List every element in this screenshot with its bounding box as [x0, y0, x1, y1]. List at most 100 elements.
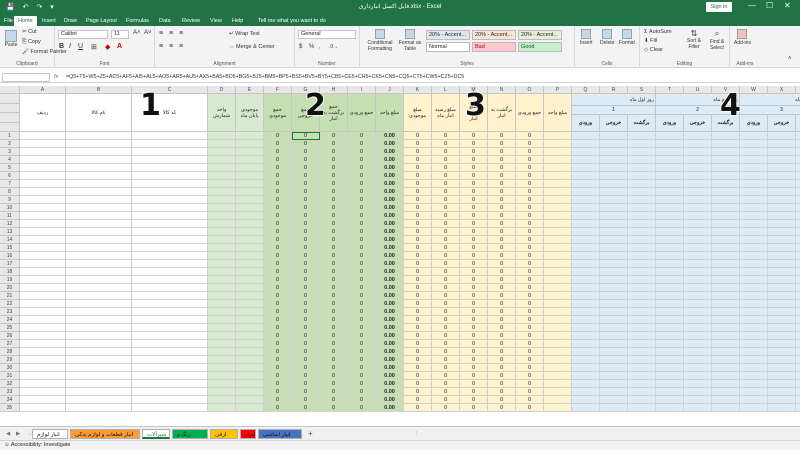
tab-draw[interactable]: Draw: [60, 16, 81, 26]
table-cell[interactable]: [768, 228, 796, 236]
table-cell[interactable]: [712, 300, 740, 308]
table-cell[interactable]: [66, 388, 132, 396]
table-cell[interactable]: [132, 252, 208, 260]
table-cell[interactable]: 0: [516, 276, 544, 284]
table-cell[interactable]: [20, 356, 66, 364]
table-cell[interactable]: [628, 172, 656, 180]
table-cell[interactable]: 0: [516, 316, 544, 324]
table-cell[interactable]: [656, 228, 684, 236]
table-cell[interactable]: [600, 204, 628, 212]
table-cell[interactable]: 0: [320, 228, 348, 236]
table-cell[interactable]: [796, 308, 800, 316]
table-cell[interactable]: [684, 372, 712, 380]
table-cell[interactable]: 0: [488, 268, 516, 276]
table-cell[interactable]: [656, 172, 684, 180]
table-cell[interactable]: [656, 300, 684, 308]
table-cell[interactable]: 0.00: [376, 340, 404, 348]
table-cell[interactable]: [66, 284, 132, 292]
table-cell[interactable]: 0: [488, 260, 516, 268]
table-cell[interactable]: [740, 252, 768, 260]
table-cell[interactable]: [628, 148, 656, 156]
table-cell[interactable]: [768, 244, 796, 252]
table-cell[interactable]: 0: [516, 212, 544, 220]
table-cell[interactable]: [572, 268, 600, 276]
table-cell[interactable]: 0: [488, 356, 516, 364]
table-cell[interactable]: [208, 332, 236, 340]
table-cell[interactable]: 0: [404, 220, 432, 228]
table-cell[interactable]: 0: [348, 292, 376, 300]
table-cell[interactable]: [740, 300, 768, 308]
table-cell[interactable]: [600, 316, 628, 324]
table-cell[interactable]: [20, 244, 66, 252]
table-cell[interactable]: 0: [404, 348, 432, 356]
table-cell[interactable]: [740, 284, 768, 292]
table-cell[interactable]: [712, 132, 740, 140]
table-cell[interactable]: 0: [432, 212, 460, 220]
table-cell[interactable]: [20, 228, 66, 236]
table-cell[interactable]: [768, 396, 796, 404]
table-cell[interactable]: [20, 252, 66, 260]
table-cell[interactable]: 0: [404, 172, 432, 180]
table-cell[interactable]: [544, 132, 572, 140]
table-cell[interactable]: 0: [404, 164, 432, 172]
table-cell[interactable]: 0: [516, 404, 544, 412]
selected-cell[interactable]: [292, 132, 320, 140]
table-cell[interactable]: 0: [516, 180, 544, 188]
table-cell[interactable]: [208, 260, 236, 268]
table-cell[interactable]: [740, 316, 768, 324]
table-cell[interactable]: [544, 148, 572, 156]
table-cell[interactable]: [768, 332, 796, 340]
table-cell[interactable]: [628, 228, 656, 236]
table-cell[interactable]: [684, 364, 712, 372]
table-cell[interactable]: [20, 340, 66, 348]
table-cell[interactable]: [656, 204, 684, 212]
row-header[interactable]: 24: [0, 316, 20, 324]
table-cell[interactable]: 0: [348, 364, 376, 372]
table-cell[interactable]: [684, 204, 712, 212]
table-cell[interactable]: [628, 388, 656, 396]
table-cell[interactable]: 0: [320, 348, 348, 356]
table-cell[interactable]: 0.00: [376, 276, 404, 284]
table-cell[interactable]: 0: [404, 324, 432, 332]
table-cell[interactable]: 0: [516, 148, 544, 156]
table-cell[interactable]: 0: [348, 388, 376, 396]
table-cell[interactable]: [684, 396, 712, 404]
table-cell[interactable]: [544, 220, 572, 228]
table-cell[interactable]: 0: [516, 268, 544, 276]
table-cell[interactable]: 0: [348, 372, 376, 380]
table-cell[interactable]: 0: [432, 156, 460, 164]
table-cell[interactable]: [132, 348, 208, 356]
table-cell[interactable]: 0: [516, 188, 544, 196]
table-cell[interactable]: 0: [516, 332, 544, 340]
table-cell[interactable]: 0: [292, 148, 320, 156]
table-cell[interactable]: 0.00: [376, 308, 404, 316]
table-cell[interactable]: [20, 364, 66, 372]
wrap-text-button[interactable]: ↵ Wrap Text: [229, 31, 260, 37]
tab-review[interactable]: Review: [178, 16, 204, 26]
table-cell[interactable]: [740, 364, 768, 372]
table-cell[interactable]: 0: [320, 196, 348, 204]
table-cell[interactable]: 0: [432, 180, 460, 188]
table-cell[interactable]: [740, 308, 768, 316]
table-cell[interactable]: [544, 236, 572, 244]
table-cell[interactable]: 0: [488, 396, 516, 404]
table-cell[interactable]: 0: [460, 164, 488, 172]
table-cell[interactable]: [572, 188, 600, 196]
table-cell[interactable]: [20, 180, 66, 188]
table-cell[interactable]: [684, 140, 712, 148]
table-cell[interactable]: 0: [320, 396, 348, 404]
table-cell[interactable]: 0: [404, 180, 432, 188]
table-cell[interactable]: [544, 204, 572, 212]
table-cell[interactable]: 0: [264, 268, 292, 276]
table-cell[interactable]: [600, 180, 628, 188]
table-cell[interactable]: 0: [264, 364, 292, 372]
comma-button[interactable]: ,: [319, 44, 321, 50]
row-header[interactable]: 28: [0, 348, 20, 356]
table-cell[interactable]: [132, 404, 208, 412]
table-cell[interactable]: [544, 252, 572, 260]
table-cell[interactable]: 0: [432, 372, 460, 380]
table-cell[interactable]: [628, 180, 656, 188]
table-cell[interactable]: [572, 148, 600, 156]
row-header[interactable]: 2: [0, 140, 20, 148]
table-cell[interactable]: 0: [292, 164, 320, 172]
